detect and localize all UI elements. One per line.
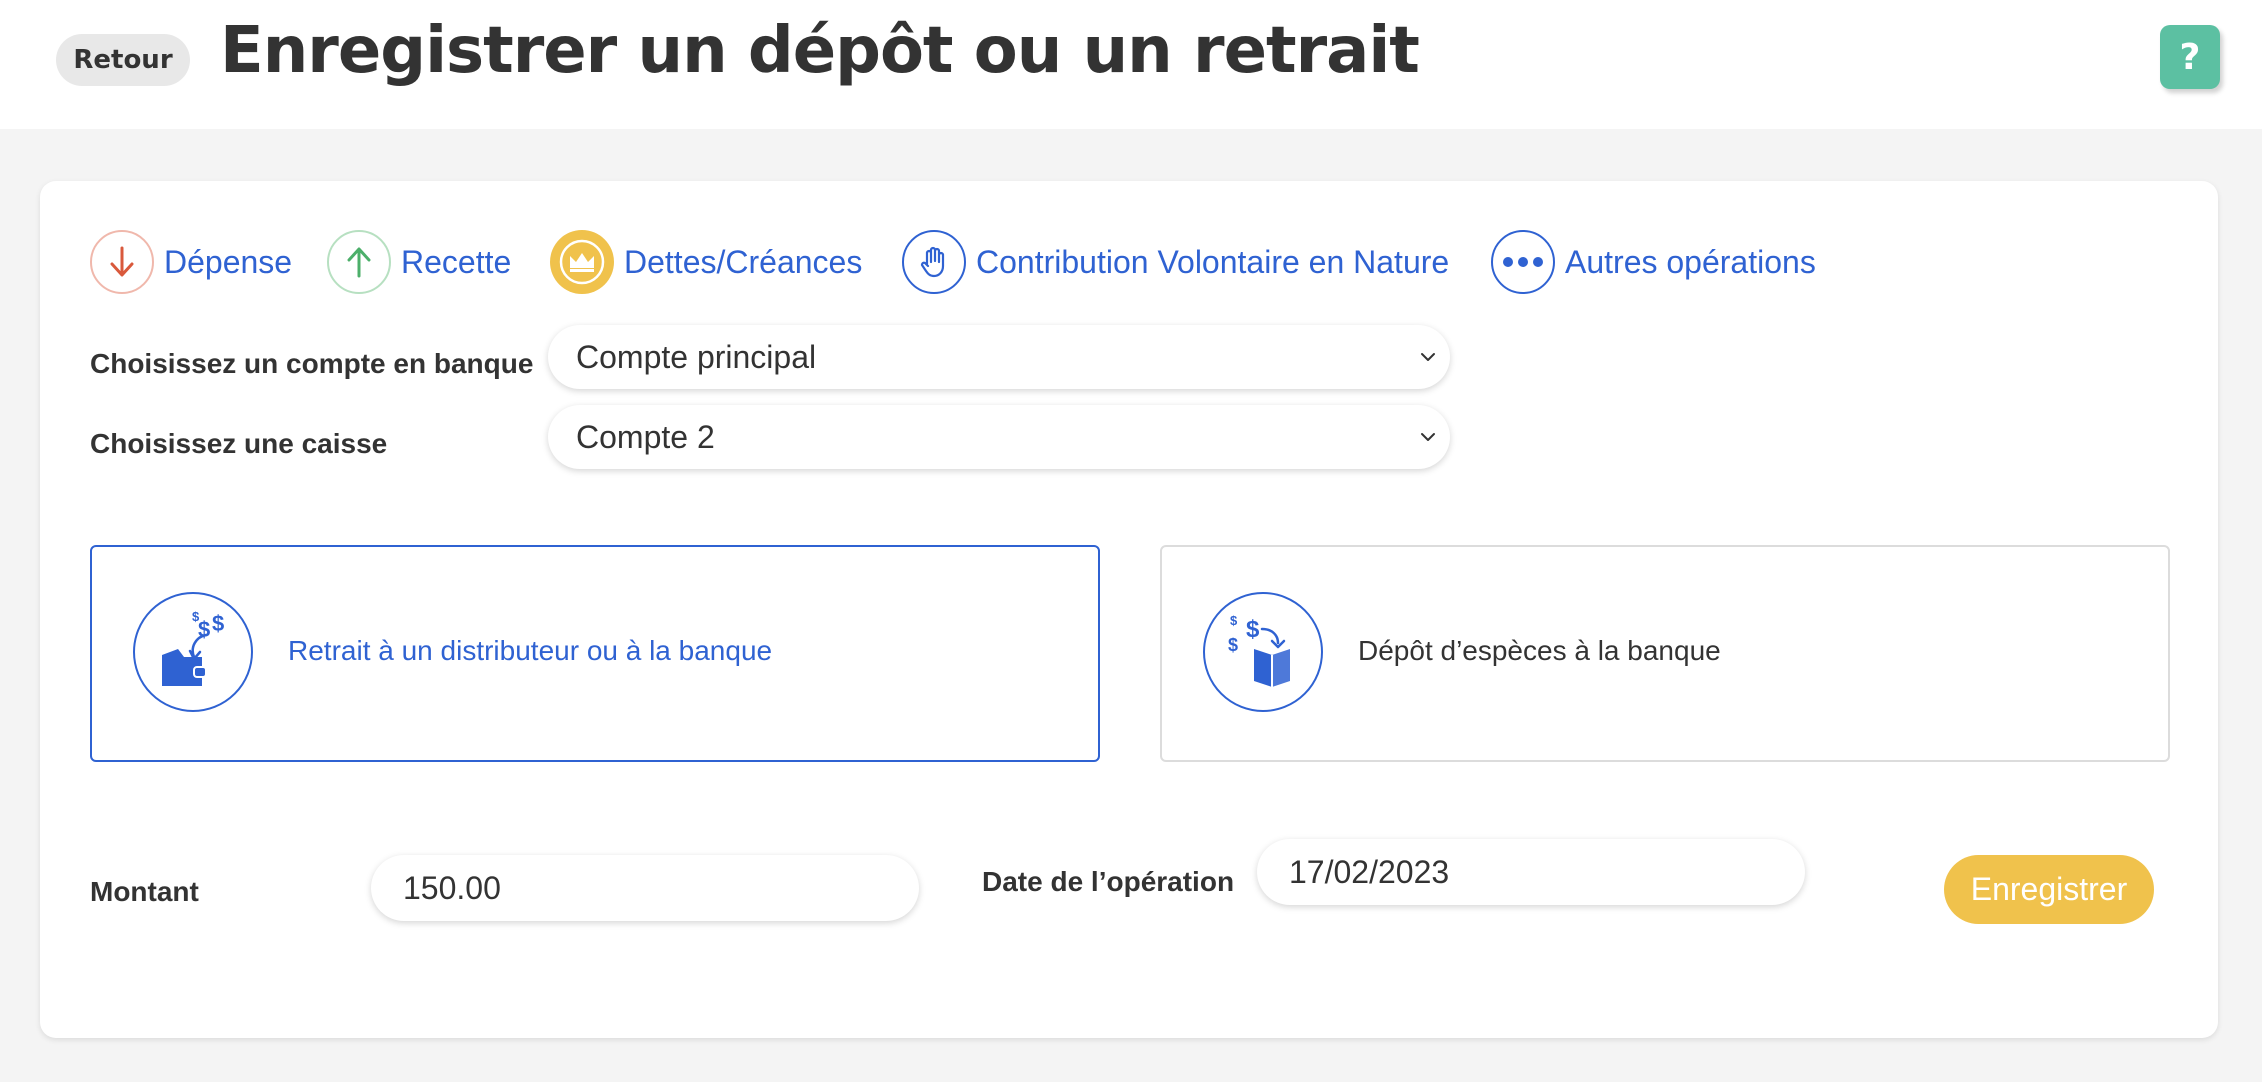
tab-recette[interactable]: Recette: [327, 229, 511, 295]
bank-account-value: Compte principal: [576, 338, 817, 375]
wallet-withdrawal-icon: $ $ $: [133, 592, 253, 712]
svg-text:$: $: [1246, 616, 1260, 643]
svg-text:$: $: [192, 609, 200, 624]
help-icon: ?: [2179, 36, 2201, 78]
amount-input[interactable]: 150.00: [371, 855, 919, 921]
arrow-up-icon: [327, 230, 391, 294]
withdrawal-option[interactable]: $ $ $ Retrait à un distributeur ou à la …: [90, 545, 1100, 762]
cash-box-label: Choisissez une caisse: [90, 428, 388, 459]
tab-contribution-volontaire[interactable]: Contribution Volontaire en Nature: [902, 229, 1449, 295]
back-button[interactable]: Retour: [56, 34, 190, 86]
page-title: Enregistrer un dépôt ou un retrait: [220, 14, 1420, 88]
amount-value: 150.00: [403, 869, 501, 906]
date-value: 17/02/2023: [1289, 853, 1450, 890]
crown-icon: [550, 230, 614, 294]
arrow-down-icon: [90, 230, 154, 294]
amount-label: Montant: [90, 876, 199, 907]
deposit-option[interactable]: $ $ $ Dépôt d’espèces à la banque: [1160, 545, 2170, 762]
tab-depense-label: Dépense: [164, 243, 293, 280]
svg-text:$: $: [1228, 635, 1238, 655]
hand-icon: [902, 230, 966, 294]
date-input[interactable]: 17/02/2023: [1257, 839, 1805, 905]
svg-text:$: $: [1230, 613, 1238, 628]
svg-text:$: $: [212, 611, 224, 636]
tab-dettes-creances[interactable]: Dettes/Créances: [550, 229, 862, 295]
deposit-label: Dépôt d’espèces à la banque: [1358, 635, 1721, 666]
cash-box-select[interactable]: Compte 2: [548, 405, 1450, 469]
save-button[interactable]: Enregistrer: [1944, 855, 2154, 924]
tab-contribution-volontaire-label: Contribution Volontaire en Nature: [976, 243, 1450, 280]
withdrawal-label: Retrait à un distributeur ou à la banque: [288, 635, 773, 666]
chevron-down-icon: [1421, 353, 1435, 361]
bank-account-select[interactable]: Compte principal: [548, 325, 1450, 389]
chevron-down-icon: [1421, 433, 1435, 441]
dots-icon: [1491, 230, 1555, 294]
cash-deposit-icon: $ $ $: [1203, 592, 1323, 712]
tab-autres-operations-label: Autres opérations: [1565, 243, 1816, 280]
top-bar: Retour Enregistrer un dépôt ou un retrai…: [0, 0, 2262, 129]
date-label: Date de l’opération: [982, 866, 1235, 897]
help-button[interactable]: ?: [2160, 25, 2220, 89]
tab-autres-operations[interactable]: Autres opérations: [1491, 229, 1816, 295]
tab-depense[interactable]: Dépense: [90, 229, 292, 295]
tab-dettes-creances-label: Dettes/Créances: [624, 243, 863, 280]
cash-box-value: Compte 2: [576, 418, 715, 455]
bank-account-label: Choisissez un compte en banque: [90, 348, 534, 379]
tab-recette-label: Recette: [401, 243, 512, 280]
